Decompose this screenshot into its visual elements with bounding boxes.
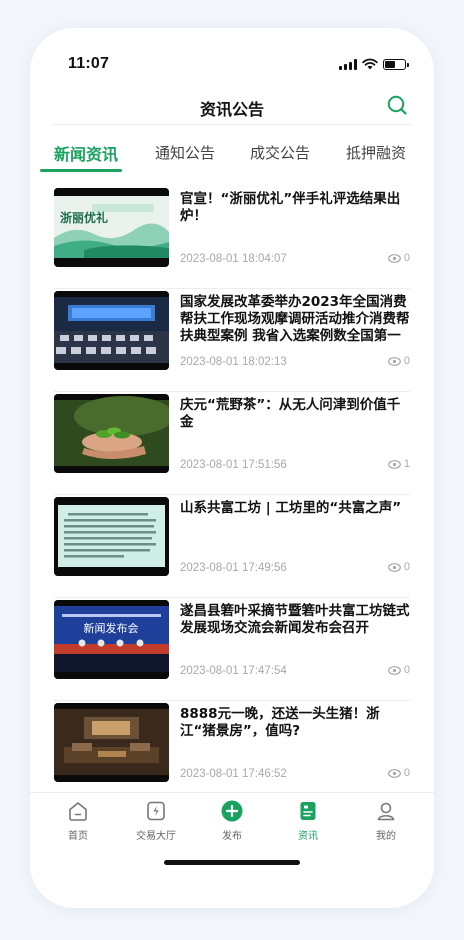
article-thumbnail <box>54 497 169 576</box>
bottom-tab-bar: 首页 交易大厅 发布 资讯 我的 <box>30 792 434 852</box>
thumbnail-caption: 新闻发布会 <box>84 621 139 635</box>
list-item[interactable]: 庆元“荒野茶”：从无人问津到价值千金 2023-08-01 17:51:56 1 <box>54 392 410 495</box>
article-date: 2023-08-01 17:46:52 <box>180 768 287 780</box>
active-tab-indicator <box>40 169 122 172</box>
eye-icon <box>387 253 401 263</box>
status-bar: 11:07 <box>30 28 434 90</box>
list-item[interactable]: 国家发展改革委举办2023年全国消费帮扶工作现场观摩调研活动推介消费帮扶典型案例… <box>54 289 410 392</box>
header-divider <box>52 124 412 125</box>
signal-icon <box>339 58 357 70</box>
tabbar-label: 首页 <box>68 831 88 842</box>
user-icon <box>377 802 395 821</box>
article-thumbnail <box>54 394 169 473</box>
phone-screen: 11:07 资讯公告 新闻资讯 通知公告 成交公告 抵押融资 浙丽优礼 官宣！“… <box>30 28 434 908</box>
article-date: 2023-08-01 17:51:56 <box>180 459 287 471</box>
status-time: 11:07 <box>68 55 110 72</box>
nav-header: 资讯公告 <box>30 90 434 126</box>
article-thumbnail: 新闻发布会 <box>54 600 169 679</box>
eye-icon <box>387 562 401 572</box>
list-item[interactable]: 新闻发布会 遂昌县箬叶采摘节暨箬叶共富工坊链式发展现场交流会新闻发布会召开 20… <box>54 598 410 701</box>
tabbar-label: 发布 <box>222 831 242 842</box>
home-indicator <box>164 860 300 865</box>
tab-transactions[interactable]: 成交公告 <box>250 142 310 163</box>
news-list: 浙丽优礼 官宣！“浙丽优礼”伴手礼评选结果出炉！ 2023-08-01 18:0… <box>54 186 410 804</box>
view-count-value: 0 <box>403 252 410 264</box>
list-item[interactable]: 8888元一晚，还送一头生猪！浙江“猪景房”，值吗? 2023-08-01 17… <box>54 701 410 804</box>
view-count-value: 1 <box>403 458 410 470</box>
article-thumbnail: 浙丽优礼 <box>54 188 169 267</box>
article-thumbnail <box>54 291 169 370</box>
lightning-icon <box>147 801 165 821</box>
tab-news[interactable]: 新闻资讯 <box>54 141 118 165</box>
article-title: 8888元一晚，还送一头生猪！浙江“猪景房”，值吗? <box>180 706 380 739</box>
view-count-value: 0 <box>403 767 410 779</box>
article-title: 遂昌县箬叶采摘节暨箬叶共富工坊链式发展现场交流会新闻发布会召开 <box>180 603 410 636</box>
search-icon[interactable] <box>386 94 408 116</box>
article-title: 官宣！“浙丽优礼”伴手礼评选结果出炉！ <box>180 191 401 224</box>
view-count: 0 <box>387 664 410 676</box>
tabbar-profile[interactable]: 我的 <box>354 799 418 842</box>
article-title: 国家发展改革委举办2023年全国消费帮扶工作现场观摩调研活动推介消费帮扶典型案例… <box>180 294 410 344</box>
page-title: 资讯公告 <box>199 100 264 119</box>
view-count-value: 0 <box>403 355 410 367</box>
eye-icon <box>387 768 401 778</box>
article-thumbnail <box>54 703 169 782</box>
list-item[interactable]: 浙丽优礼 官宣！“浙丽优礼”伴手礼评选结果出炉！ 2023-08-01 18:0… <box>54 186 410 289</box>
view-count-value: 0 <box>403 561 410 573</box>
eye-icon <box>387 459 401 469</box>
tabbar-label: 资讯 <box>298 831 318 842</box>
list-item[interactable]: 山系共富工坊 | 工坊里的“共富之声” 2023-08-01 17:49:56 … <box>54 495 410 598</box>
tabbar-news[interactable]: 资讯 <box>276 799 340 842</box>
article-date: 2023-08-01 18:02:13 <box>180 356 287 368</box>
tabbar-label: 我的 <box>376 831 396 842</box>
article-date: 2023-08-01 17:47:54 <box>180 665 287 677</box>
view-count: 0 <box>387 252 410 264</box>
article-date: 2023-08-01 18:04:07 <box>180 253 287 265</box>
view-count: 1 <box>387 458 410 470</box>
tabbar-home[interactable]: 首页 <box>46 799 110 842</box>
article-title: 庆元“荒野茶”：从无人问津到价值千金 <box>180 397 401 430</box>
status-icons <box>339 58 409 70</box>
tab-mortgage-finance[interactable]: 抵押融资 <box>346 142 406 163</box>
view-count-value: 0 <box>403 664 410 676</box>
tab-notices[interactable]: 通知公告 <box>155 142 215 163</box>
article-title: 山系共富工坊 | 工坊里的“共富之声” <box>180 500 402 516</box>
plus-icon <box>221 800 243 822</box>
home-icon <box>69 802 87 821</box>
view-count: 0 <box>387 767 410 779</box>
page: 11:07 资讯公告 新闻资讯 通知公告 成交公告 抵押融资 浙丽优礼 官宣！“… <box>0 0 464 940</box>
tabbar-publish[interactable]: 发布 <box>200 799 264 842</box>
news-icon <box>300 802 316 820</box>
wifi-icon <box>362 58 378 70</box>
eye-icon <box>387 665 401 675</box>
tabbar-trading-hall[interactable]: 交易大厅 <box>124 799 188 842</box>
article-date: 2023-08-01 17:49:56 <box>180 562 287 574</box>
tabbar-label: 交易大厅 <box>136 831 176 842</box>
eye-icon <box>387 356 401 366</box>
view-count: 0 <box>387 355 410 367</box>
battery-icon <box>383 58 409 70</box>
view-count: 0 <box>387 561 410 573</box>
thumbnail-caption: 浙丽优礼 <box>60 210 108 225</box>
